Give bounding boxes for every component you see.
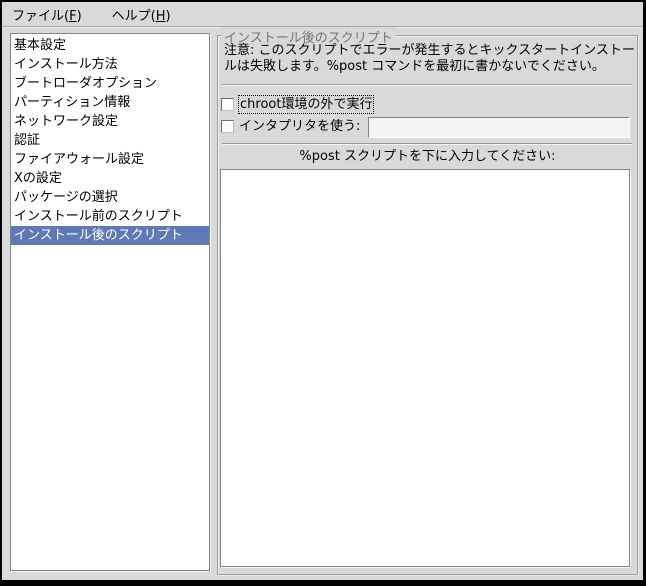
separator-top <box>222 84 632 86</box>
interpreter-entry[interactable] <box>368 117 630 138</box>
sidebar-item[interactable]: ネットワーク設定 <box>11 112 209 131</box>
interpreter-checkbox[interactable] <box>221 120 234 133</box>
chroot-checkbox[interactable] <box>221 98 234 111</box>
window-body: ファイル(F) ヘルプ(H) 基本設定インストール方法ブートローダオプションパー… <box>2 2 643 580</box>
separator-bottom <box>222 143 632 145</box>
menubar: ファイル(F) ヘルプ(H) <box>2 2 643 27</box>
warning-notice: 注意: このスクリプトでエラーが発生するとキックスタートインストールは失敗します… <box>224 43 635 75</box>
sidebar-item[interactable]: ファイアウォール設定 <box>11 150 209 169</box>
sidebar-item[interactable]: インストール後のスクリプト <box>11 226 209 245</box>
sidebar-item[interactable]: Xの設定 <box>11 169 209 188</box>
menu-help-label-close: ) <box>166 9 171 24</box>
menu-file-label: ファイル( <box>12 9 69 24</box>
menu-file[interactable]: ファイル(F) <box>12 3 90 26</box>
menu-help-mnemonic: H <box>156 9 166 24</box>
post-script-frame: インストール後のスクリプト 注意: このスクリプトでエラーが発生するとキックスタ… <box>217 35 638 575</box>
menu-help-label: ヘルプ( <box>112 9 156 24</box>
sidebar-item[interactable]: ブートローダオプション <box>11 74 209 93</box>
interpreter-checkbox-label[interactable]: インタプリタを使う: <box>238 118 362 135</box>
sidebar-item[interactable]: パーティション情報 <box>11 93 209 112</box>
post-script-textarea[interactable] <box>220 169 630 567</box>
category-list: 基本設定インストール方法ブートローダオプションパーティション情報ネットワーク設定… <box>10 33 210 571</box>
script-caption: %post スクリプトを下に入力してください: <box>218 148 637 165</box>
sidebar-item[interactable]: 認証 <box>11 131 209 150</box>
sidebar-item[interactable]: パッケージの選択 <box>11 188 209 207</box>
app-window: ファイル(F) ヘルプ(H) 基本設定インストール方法ブートローダオプションパー… <box>0 0 646 586</box>
menu-file-mnemonic: F <box>69 9 76 24</box>
chroot-checkbox-label[interactable]: chroot環境の外で実行 <box>238 95 374 114</box>
interpreter-checkbox-row: インタプリタを使う: <box>221 118 362 135</box>
sidebar-item[interactable]: 基本設定 <box>11 36 209 55</box>
menu-file-label-close: ) <box>77 9 82 24</box>
chroot-checkbox-row: chroot環境の外で実行 <box>221 95 374 114</box>
sidebar-item[interactable]: インストール方法 <box>11 55 209 74</box>
menu-help[interactable]: ヘルプ(H) <box>112 3 179 26</box>
sidebar-item[interactable]: インストール前のスクリプト <box>11 207 209 226</box>
